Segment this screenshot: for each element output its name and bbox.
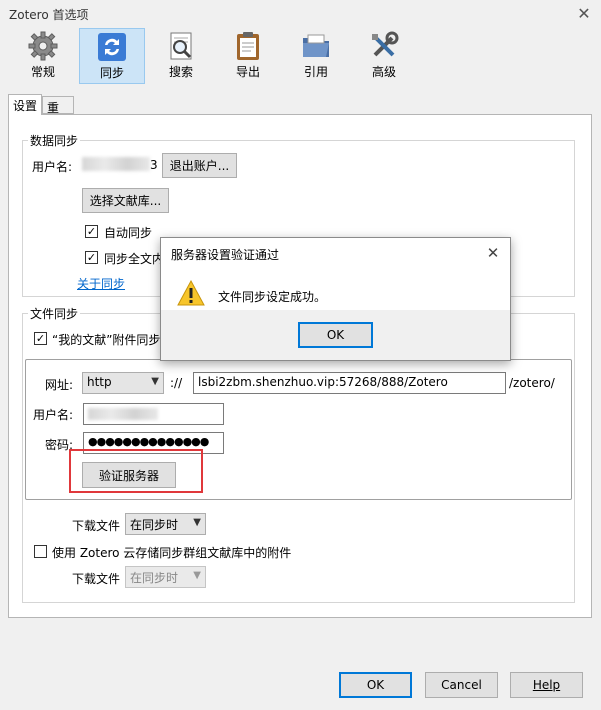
download-files-value: 在同步时 <box>130 518 179 532</box>
gear-icon <box>26 31 60 61</box>
protocol-value: http <box>87 375 112 389</box>
tab-reset[interactable]: 重置 <box>42 96 74 132</box>
sync-fulltext-label: 同步全文内 <box>104 252 165 266</box>
data-sync-legend: 数据同步 <box>28 132 81 149</box>
tab-settings[interactable]: 设置 <box>8 94 42 115</box>
username-value-redacted <box>82 157 150 171</box>
cancel-button[interactable]: Cancel <box>425 672 498 698</box>
group-download-value: 在同步时 <box>130 571 179 585</box>
dialog-ok-button[interactable]: OK <box>298 322 373 348</box>
url-input[interactable]: lsbi2zbm.shenzhuo.vip:57268/888/Zotero <box>193 372 506 394</box>
auto-sync-checkbox[interactable]: ✓ <box>85 225 98 238</box>
window-close-icon[interactable]: ✕ <box>572 2 596 24</box>
sync-icon <box>95 32 129 62</box>
download-files-label: 下载文件 <box>72 519 121 533</box>
my-library-sync-label: “我的文献”附件同步方 <box>52 333 173 347</box>
toolbar-advanced[interactable]: 高级 <box>351 28 417 84</box>
file-sync-legend: 文件同步 <box>28 305 81 322</box>
webdav-username-label: 用户名: <box>33 408 74 422</box>
tools-icon <box>367 31 401 61</box>
group-sync-checkbox[interactable] <box>34 545 47 558</box>
download-files-select[interactable]: 在同步时 ▼ <box>125 513 206 535</box>
verify-success-dialog: 服务器设置验证通过 ✕ 文件同步设定成功。 OK <box>160 237 511 361</box>
toolbar-sync-label: 同步 <box>99 66 124 80</box>
verify-server-button[interactable]: 验证服务器 <box>82 462 176 488</box>
toolbar-sync[interactable]: 同步 <box>79 28 145 84</box>
chevron-down-icon: ▼ <box>193 517 201 528</box>
help-button[interactable]: Help <box>510 672 583 698</box>
toolbar-general-label: 常规 <box>30 65 55 79</box>
dialog-message: 文件同步设定成功。 <box>218 290 327 304</box>
sync-fulltext-checkbox[interactable]: ✓ <box>85 251 98 264</box>
my-library-sync-checkbox[interactable]: ✓ <box>34 332 47 345</box>
search-icon <box>164 31 198 61</box>
toolbar-export-label: 导出 <box>235 65 260 79</box>
window-title: Zotero 首选项 <box>9 8 89 22</box>
choose-library-button[interactable]: 选择文献库... <box>82 188 169 213</box>
toolbar-search-label: 搜索 <box>168 65 193 79</box>
webdav-username-input[interactable] <box>83 403 224 425</box>
dialog-title: 服务器设置验证通过 <box>171 248 280 262</box>
username-label: 用户名: <box>32 160 73 174</box>
ok-button[interactable]: OK <box>339 672 412 698</box>
group-download-select: 在同步时 ▼ <box>125 566 206 588</box>
auto-sync-label: 自动同步 <box>104 226 153 240</box>
group-download-label: 下载文件 <box>72 572 121 586</box>
chevron-down-icon: ▼ <box>193 570 201 581</box>
dialog-close-icon[interactable]: ✕ <box>481 242 505 264</box>
protocol-separator: :// <box>170 376 183 390</box>
toolbar-cite-label: 引用 <box>303 65 328 79</box>
toolbar-cite[interactable]: 引用 <box>283 28 349 84</box>
warning-icon <box>177 279 205 309</box>
group-sync-label: 使用 Zotero 云存储同步群组文献库中的附件 <box>52 546 292 560</box>
protocol-select[interactable]: http ▼ <box>82 372 164 394</box>
logout-button[interactable]: 退出账户... <box>162 153 237 178</box>
chevron-down-icon: ▼ <box>151 376 159 387</box>
toolbar-export[interactable]: 导出 <box>215 28 281 84</box>
toolbar-advanced-label: 高级 <box>371 65 396 79</box>
toolbar-general[interactable]: 常规 <box>10 28 76 84</box>
url-suffix: /zotero/ <box>509 376 555 390</box>
username-suffix: 3 <box>150 158 158 172</box>
webdav-username-redacted <box>88 408 158 420</box>
url-label: 网址: <box>45 378 74 392</box>
about-sync-link[interactable]: 关于同步 <box>77 275 125 292</box>
clipboard-icon <box>231 31 265 61</box>
folder-icon <box>299 31 333 61</box>
toolbar-search[interactable]: 搜索 <box>148 28 214 84</box>
dialog-footer: OK <box>161 310 510 360</box>
